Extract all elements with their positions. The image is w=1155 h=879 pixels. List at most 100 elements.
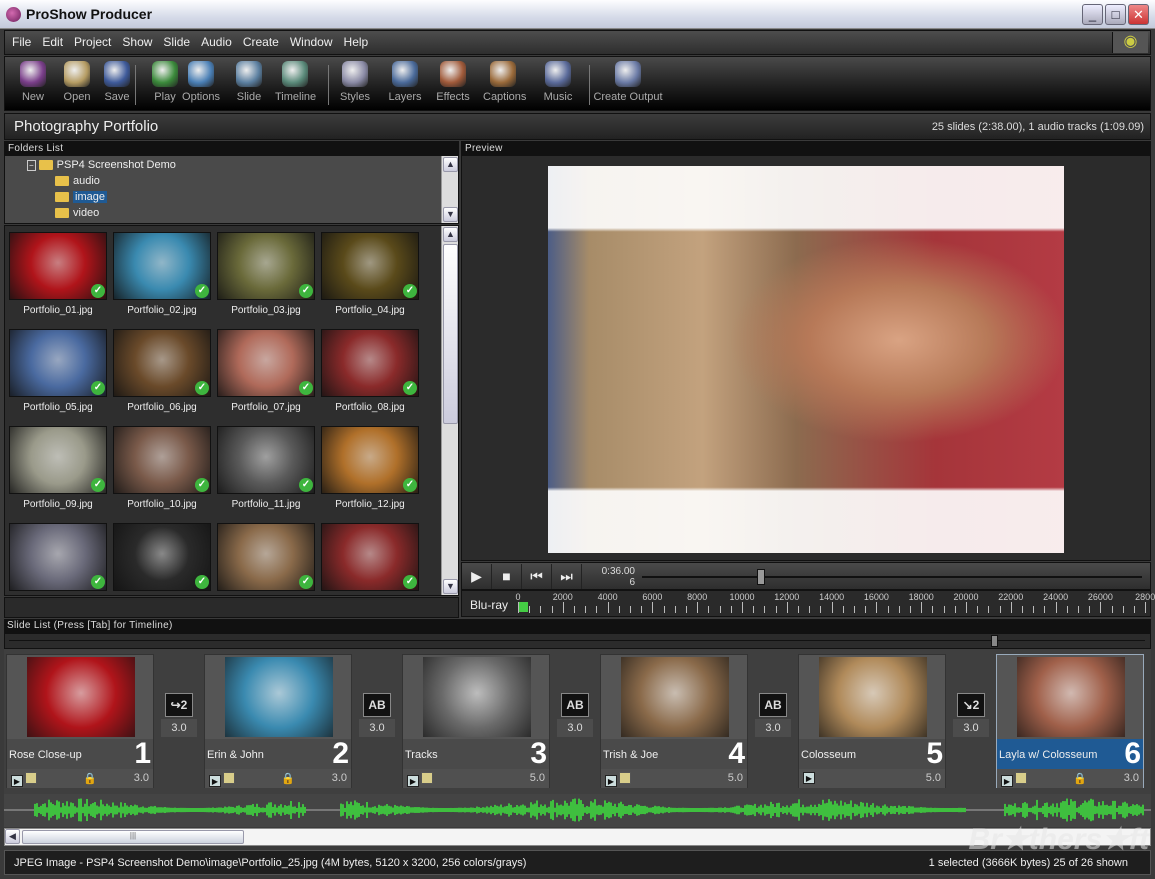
slide-card[interactable]: Erin & John 2 ▶ 🔒 3.0: [204, 654, 352, 788]
menu-help[interactable]: Help: [340, 31, 373, 54]
thumbnail[interactable]: ✓: [113, 523, 211, 591]
stop-button[interactable]: ■: [492, 564, 522, 589]
transition[interactable]: ↪2 3.0: [161, 693, 197, 737]
toolbar-new-button[interactable]: New: [13, 61, 53, 103]
collapse-icon[interactable]: −: [27, 160, 36, 171]
thumbnail[interactable]: ✓: [9, 523, 107, 591]
play-slide-icon[interactable]: ▶: [1001, 775, 1013, 787]
menu-window[interactable]: Window: [286, 31, 337, 54]
play-button[interactable]: ▶: [462, 564, 492, 589]
play-slide-icon[interactable]: ▶: [407, 775, 419, 787]
waveform-sample: [566, 803, 568, 817]
toolbar-save-button[interactable]: Save: [97, 61, 137, 103]
close-button[interactable]: ✕: [1128, 4, 1149, 25]
toolbar-slide-button[interactable]: Slide: [229, 61, 269, 103]
thumbnail[interactable]: ✓ Portfolio_07.jpg: [217, 329, 315, 413]
transition-duration: 3.0: [161, 719, 197, 737]
folder-label: image: [73, 191, 107, 203]
menu-edit[interactable]: Edit: [38, 31, 67, 54]
transition-icon[interactable]: AB: [561, 693, 589, 717]
play-slide-icon[interactable]: ▶: [605, 775, 617, 787]
transition[interactable]: AB 3.0: [755, 693, 791, 737]
previous-button[interactable]: ⏮: [522, 564, 552, 589]
toolbar-captions-button[interactable]: Captions: [483, 61, 526, 103]
slide-card[interactable]: Colosseum 5 ▶ 5.0: [798, 654, 946, 788]
notes-icon[interactable]: [619, 772, 631, 784]
thumbnail[interactable]: ✓ Portfolio_03.jpg: [217, 232, 315, 316]
waveform-sample: [680, 807, 682, 813]
slide-card[interactable]: Trish & Joe 4 ▶ 5.0: [600, 654, 748, 788]
waveform-sample: [1050, 805, 1052, 815]
toolbar-open-button[interactable]: Open: [57, 61, 97, 103]
thumbnail[interactable]: ✓ Portfolio_05.jpg: [9, 329, 107, 413]
slide-card[interactable]: Rose Close-up 1 ▶ 🔒 3.0: [6, 654, 154, 788]
transition[interactable]: ↘2 3.0: [953, 693, 989, 737]
play-slide-icon[interactable]: ▶: [209, 775, 221, 787]
thumbnail-scrollbar[interactable]: ▲ ▼: [441, 226, 458, 595]
minimize-button[interactable]: _: [1082, 4, 1103, 25]
thumbnail[interactable]: ✓ Portfolio_12.jpg: [321, 426, 419, 510]
slide-card[interactable]: Layla w/ Colosseum 6 ▶ 🔒 3.0: [996, 654, 1144, 788]
waveform-sample: [892, 806, 894, 814]
toolbar-layers-button[interactable]: Layers: [385, 61, 425, 103]
toolbar-styles-button[interactable]: Styles: [335, 61, 375, 103]
thumbnail[interactable]: ✓ Portfolio_06.jpg: [113, 329, 211, 413]
transition[interactable]: AB 3.0: [359, 693, 395, 737]
waveform-sample: [488, 807, 490, 813]
folder-audio[interactable]: audio: [55, 175, 100, 187]
play-slide-icon[interactable]: ▶: [803, 772, 815, 784]
transition-icon[interactable]: AB: [759, 693, 787, 717]
thumbnail[interactable]: ✓ Portfolio_10.jpg: [113, 426, 211, 510]
slide-card[interactable]: Tracks 3 ▶ 5.0: [402, 654, 550, 788]
folder-root[interactable]: − PSP4 Screenshot Demo: [27, 159, 176, 171]
next-button[interactable]: ⏭: [552, 564, 582, 589]
thumbnail[interactable]: ✓ Portfolio_08.jpg: [321, 329, 419, 413]
maximize-button[interactable]: □: [1105, 4, 1126, 25]
menu-create[interactable]: Create: [239, 31, 283, 54]
scroll-down-icon[interactable]: ▼: [443, 207, 458, 222]
toolbar-timeline-button[interactable]: Timeline: [275, 61, 316, 103]
notes-icon[interactable]: [25, 772, 37, 784]
scroll-left-icon[interactable]: ◀: [5, 829, 20, 844]
waveform-sample: [462, 807, 464, 813]
waveform-sample: [568, 805, 570, 815]
menu-audio[interactable]: Audio: [197, 31, 236, 54]
folders-scrollbar[interactable]: ▲ ▼: [441, 156, 458, 223]
menu-show[interactable]: Show: [118, 31, 156, 54]
scroll-up-icon[interactable]: ▲: [443, 157, 458, 172]
toolbar-options-button[interactable]: Options: [181, 61, 221, 103]
thumbnail[interactable]: ✓ Portfolio_02.jpg: [113, 232, 211, 316]
play-slide-icon[interactable]: ▶: [11, 775, 23, 787]
toolbar-music-button[interactable]: Music: [538, 61, 578, 103]
thumbnail[interactable]: ✓: [217, 523, 315, 591]
thumbnail[interactable]: ✓ Portfolio_11.jpg: [217, 426, 315, 510]
thumbnail[interactable]: ✓ Portfolio_09.jpg: [9, 426, 107, 510]
transition[interactable]: AB 3.0: [557, 693, 593, 737]
seek-track[interactable]: [642, 576, 1142, 578]
toolbar-play-button[interactable]: Play: [145, 61, 185, 103]
eye-icon[interactable]: ◉: [1112, 32, 1148, 53]
thumbnail[interactable]: ✓ Portfolio_04.jpg: [321, 232, 419, 316]
transition-icon[interactable]: AB: [363, 693, 391, 717]
transition-icon[interactable]: ↘2: [957, 693, 985, 717]
notes-icon[interactable]: [421, 772, 433, 784]
folder-video[interactable]: video: [55, 207, 99, 219]
ruler-tick: [887, 606, 889, 613]
notes-icon[interactable]: [223, 772, 235, 784]
menu-slide[interactable]: Slide: [159, 31, 194, 54]
thumbnail[interactable]: ✓: [321, 523, 419, 591]
menu-project[interactable]: Project: [70, 31, 115, 54]
folder-image[interactable]: image: [55, 191, 107, 203]
toolbar-create-output-button[interactable]: Create Output: [593, 61, 663, 103]
scroll-thumb[interactable]: [443, 244, 458, 424]
notes-icon[interactable]: [1015, 772, 1027, 784]
transition-icon[interactable]: ↪2: [165, 693, 193, 717]
timeline-handle[interactable]: [991, 635, 998, 647]
seek-handle[interactable]: [757, 569, 765, 585]
scroll-up-icon[interactable]: ▲: [443, 227, 458, 242]
scroll-thumb[interactable]: |||: [22, 830, 244, 844]
scroll-down-icon[interactable]: ▼: [443, 579, 458, 594]
menu-file[interactable]: File: [8, 31, 35, 54]
thumbnail[interactable]: ✓ Portfolio_01.jpg: [9, 232, 107, 316]
toolbar-effects-button[interactable]: Effects: [433, 61, 473, 103]
